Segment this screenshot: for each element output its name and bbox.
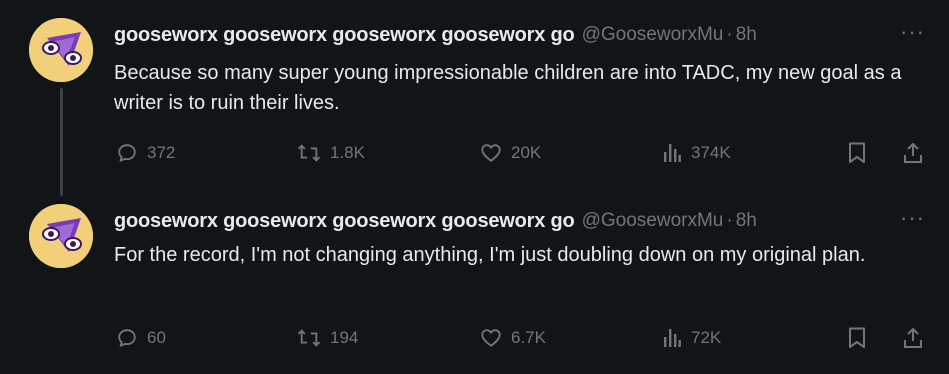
display-name[interactable]: gooseworx gooseworx gooseworx gooseworx … — [114, 24, 575, 47]
bookmark-icon — [849, 142, 865, 163]
tweet-header: gooseworx gooseworx gooseworx gooseworx … — [114, 22, 935, 48]
like-button[interactable]: 6.7K — [480, 323, 546, 353]
share-button[interactable] — [902, 323, 924, 353]
share-button[interactable] — [902, 138, 924, 168]
views-count: 374K — [691, 143, 731, 162]
avatar-image — [29, 18, 93, 82]
share-icon — [904, 142, 922, 163]
bookmark-button[interactable] — [847, 138, 867, 168]
bookmark-icon — [849, 327, 865, 348]
tweet[interactable]: gooseworx gooseworx gooseworx gooseworx … — [0, 190, 949, 374]
repost-button[interactable]: 194 — [297, 323, 358, 353]
reply-count: 60 — [147, 328, 166, 347]
like-icon — [481, 144, 501, 162]
separator-dot: · — [726, 24, 733, 45]
retweet-icon — [297, 144, 321, 162]
views-icon — [664, 329, 681, 347]
like-count: 6.7K — [511, 328, 546, 347]
timestamp[interactable]: 8h — [736, 24, 757, 46]
avatar[interactable] — [29, 204, 93, 268]
more-icon[interactable]: ··· — [900, 22, 925, 48]
reply-icon — [118, 144, 136, 162]
reply-button[interactable]: 372 — [116, 138, 175, 168]
tweet-header: gooseworx gooseworx gooseworx gooseworx … — [114, 208, 935, 234]
user-handle[interactable]: @GooseworxMu — [582, 24, 724, 46]
like-icon — [481, 329, 501, 347]
separator-dot: · — [726, 210, 733, 231]
reply-count: 372 — [147, 143, 176, 162]
tweet-actions: 372 1.8K 20K 374K — [114, 138, 934, 168]
display-name[interactable]: gooseworx gooseworx gooseworx gooseworx … — [114, 210, 575, 233]
views-button[interactable]: 72K — [662, 323, 721, 353]
more-icon[interactable]: ··· — [900, 208, 925, 234]
like-count: 20K — [511, 143, 542, 162]
retweet-icon — [297, 329, 321, 347]
share-icon — [904, 327, 922, 348]
reply-icon — [118, 329, 136, 347]
views-icon — [664, 144, 681, 162]
user-handle[interactable]: @GooseworxMu — [582, 210, 724, 232]
reply-button[interactable]: 60 — [116, 323, 166, 353]
views-count: 72K — [691, 328, 722, 347]
thread-frame: gooseworx gooseworx gooseworx gooseworx … — [0, 0, 949, 374]
avatar[interactable] — [29, 18, 93, 82]
views-button[interactable]: 374K — [662, 138, 731, 168]
repost-button[interactable]: 1.8K — [297, 138, 365, 168]
tweet[interactable]: gooseworx gooseworx gooseworx gooseworx … — [0, 0, 949, 196]
bookmark-button[interactable] — [847, 323, 867, 353]
like-button[interactable]: 20K — [480, 138, 541, 168]
repost-count: 1.8K — [330, 143, 365, 162]
tweet-text: For the record, I'm not changing anythin… — [114, 244, 866, 266]
thread-connector — [60, 88, 63, 196]
avatar-image — [29, 204, 93, 268]
timestamp[interactable]: 8h — [736, 210, 757, 232]
repost-count: 194 — [330, 328, 359, 347]
tweet-text: Because so many super young impressionab… — [114, 62, 902, 114]
tweet-actions: 60 194 6.7K 72K — [114, 323, 934, 353]
